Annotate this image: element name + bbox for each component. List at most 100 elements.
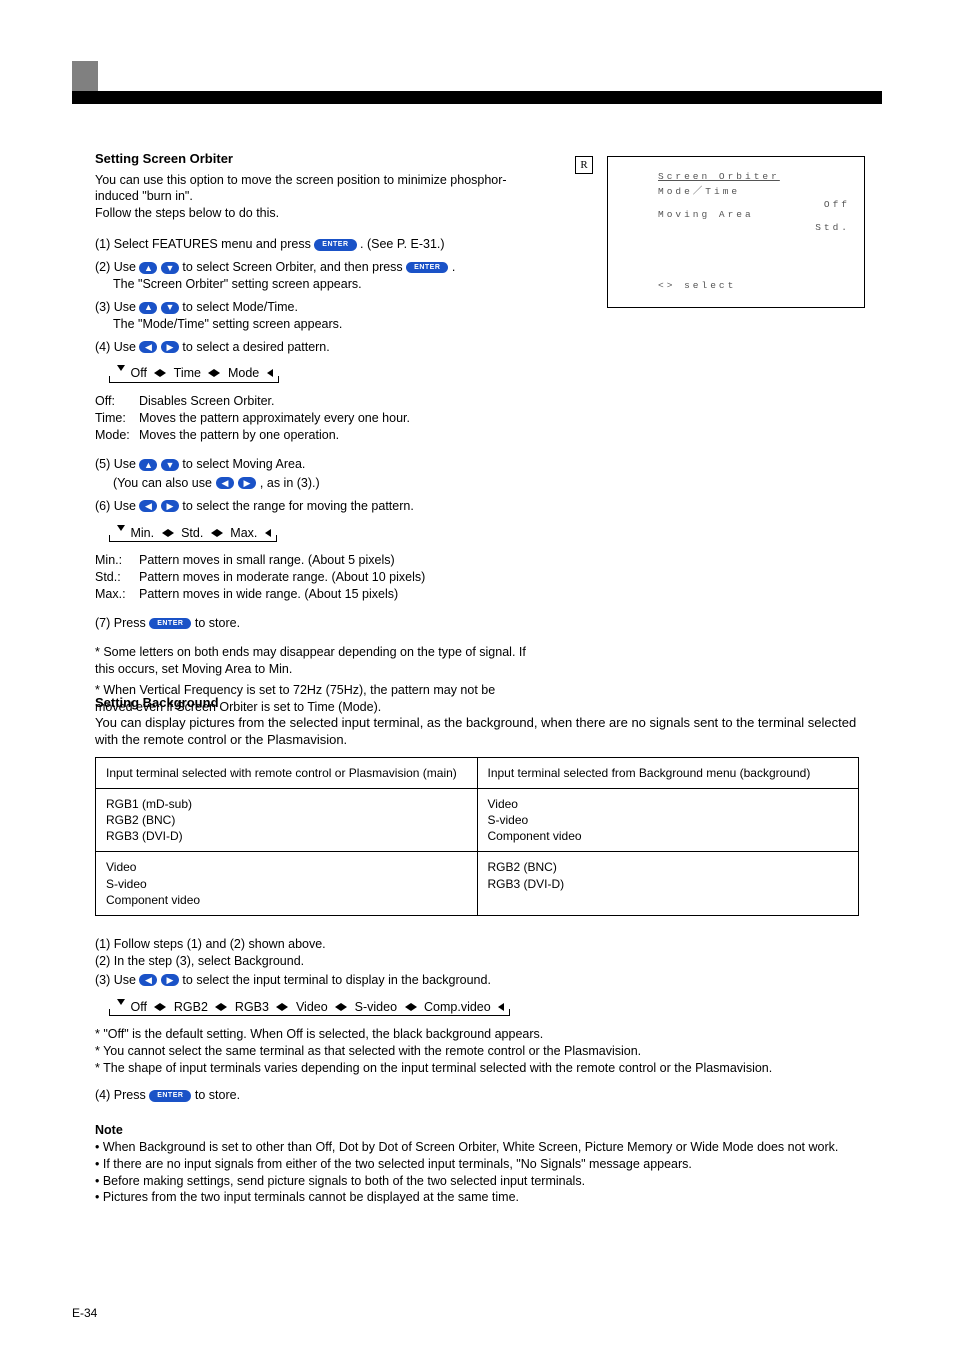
def-text: Pattern moves in small range. (About 5 p… (139, 553, 395, 567)
double-arrow-icon (154, 1003, 166, 1011)
cell-line: RGB1 (mD-sub) (106, 796, 467, 812)
background-steps: (1) Follow steps (1) and (2) shown above… (95, 936, 865, 1206)
double-arrow-icon (335, 1003, 347, 1011)
bg-note-off: * "Off" is the default setting. When Off… (95, 1026, 865, 1043)
step-2-text-b: to select Screen Orbiter, and then press (182, 260, 402, 274)
bg-note-same: * You cannot select the same terminal as… (95, 1043, 865, 1060)
orbiter-note-a: * Some letters on both ends may disappea… (95, 644, 535, 678)
page-section-side-tab (72, 61, 98, 91)
top-horizontal-rule (72, 91, 882, 104)
table-main-cell: Video S-video Component video (96, 852, 478, 916)
step-1: (1) Select FEATURES menu and press ENTER… (95, 236, 535, 253)
note-item: • Before making settings, send picture s… (95, 1173, 865, 1190)
arrow-left-icon (265, 529, 271, 537)
def-text: Moves the pattern approximately every on… (139, 411, 410, 425)
arrow-left-icon: ◀ (139, 500, 157, 512)
arrow-up-icon: ▲ (139, 302, 157, 314)
note-block: Note • When Background is set to other t… (95, 1122, 865, 1206)
cycle-item: Comp.video (424, 1000, 491, 1014)
cell-line: RGB2 (BNC) (488, 859, 849, 875)
step-5-text-a: (5) Use (95, 457, 139, 471)
bg-step-2: (2) In the step (3), select Background. (95, 953, 865, 970)
arrow-down-icon (117, 365, 125, 371)
arrow-left-icon (498, 1003, 504, 1011)
arrow-left-icon (267, 369, 273, 377)
bg-note-shape: * The shape of input terminals varies de… (95, 1060, 865, 1077)
cycle-item: Off (130, 1000, 146, 1014)
osd-row-moving-area-val: Std. (658, 222, 854, 235)
cycle-item: RGB3 (235, 1000, 269, 1014)
enter-key-icon: ENTER (149, 1090, 191, 1101)
osd-value: Off (824, 199, 850, 212)
arrow-up-icon: ▲ (139, 459, 157, 471)
bg-step-3-text-b: to select the input terminal to display … (182, 973, 491, 987)
cycle-item: RGB2 (174, 1000, 208, 1014)
cell-line: S-video (106, 876, 467, 892)
step-7: (7) Press ENTER to store. (95, 615, 535, 632)
moving-area-defs: Min.:Pattern moves in small range. (Abou… (95, 552, 535, 603)
arrow-right-icon: ▶ (238, 477, 256, 489)
background-cycle: Off RGB2 RGB3 Video S-video Comp.video (109, 997, 510, 1017)
osd-value: Std. (815, 222, 850, 235)
bg-step-3-text-a: (3) Use (95, 973, 139, 987)
cycle-item: Std. (181, 526, 203, 540)
double-arrow-icon (162, 529, 174, 537)
def-row: Time:Moves the pattern approximately eve… (95, 410, 535, 427)
def-label: Max.: (95, 586, 139, 603)
def-label: Min.: (95, 552, 139, 569)
bg-step-4: (4) Press ENTER to store. (95, 1087, 865, 1104)
background-terminal-table: Input terminal selected with remote cont… (95, 757, 859, 916)
cell-line: Component video (488, 828, 849, 844)
arrow-down-icon (117, 525, 125, 531)
note-item: • If there are no input signals from eit… (95, 1156, 865, 1173)
reference-icon: R (575, 156, 593, 174)
cell-line: Component video (106, 892, 467, 908)
background-heading: Setting Background (95, 694, 865, 712)
bg-step-4-text-a: (4) Press (95, 1088, 149, 1102)
cell-line: S-video (488, 812, 849, 828)
mode-time-cycle: Off Time Mode (109, 363, 279, 383)
table-bg-cell: RGB2 (BNC) RGB3 (DVI-D) (477, 852, 859, 916)
cycle-item: Min. (130, 526, 154, 540)
osd-row-mode-time: Mode／Time (658, 186, 854, 199)
osd-preview-column: R Screen Orbiter Mode／Time Off Moving Ar… (575, 156, 875, 174)
step-5-sub-pre: (You can also use (113, 475, 212, 492)
double-arrow-icon (215, 1003, 227, 1011)
arrow-left-icon: ◀ (216, 477, 234, 489)
cell-line: RGB3 (DVI-D) (488, 876, 849, 892)
bg-step-3: (3) Use ◀ ▶ to select the input terminal… (95, 972, 865, 989)
step-6: (6) Use ◀ ▶ to select the range for movi… (95, 498, 535, 515)
cycle-item: Time (174, 366, 201, 380)
step-2: (2) Use ▲ ▼ to select Screen Orbiter, an… (95, 259, 535, 276)
step-2-text-c: . (452, 260, 455, 274)
background-section: Setting Background You can display pictu… (95, 694, 865, 1206)
arrow-down-icon: ▼ (161, 302, 179, 314)
background-intro: You can display pictures from the select… (95, 714, 865, 749)
def-label: Mode: (95, 427, 139, 444)
table-header-row: Input terminal selected with remote cont… (96, 757, 859, 788)
double-arrow-icon (276, 1003, 288, 1011)
step-3-result: The "Mode/Time" setting screen appears. (113, 316, 535, 333)
note-item: • When Background is set to other than O… (95, 1139, 865, 1156)
step-4: (4) Use ◀ ▶ to select a desired pattern. (95, 339, 535, 356)
osd-label: Mode／Time (658, 186, 740, 199)
osd-select-hint: <> select (658, 280, 736, 293)
cycle-item: Off (130, 366, 146, 380)
osd-title: Screen Orbiter (658, 171, 780, 184)
enter-key-icon: ENTER (314, 239, 356, 250)
cell-line: RGB3 (DVI-D) (106, 828, 467, 844)
double-arrow-icon (211, 529, 223, 537)
bg-step-4-text-b: to store. (195, 1088, 240, 1102)
cell-line: RGB2 (BNC) (106, 812, 467, 828)
step-3-text-a: (3) Use (95, 300, 139, 314)
note-heading: Note (95, 1122, 865, 1139)
step-4-text-a: (4) Use (95, 340, 139, 354)
step-2-text-a: (2) Use (95, 260, 139, 274)
def-row: Min.:Pattern moves in small range. (Abou… (95, 552, 535, 569)
osd-label: Moving Area (658, 209, 754, 222)
def-text: Pattern moves in wide range. (About 15 p… (139, 587, 398, 601)
moving-area-cycle: Min. Std. Max. (109, 523, 277, 543)
cell-line: Video (488, 796, 849, 812)
def-label: Off: (95, 393, 139, 410)
table-main-cell: RGB1 (mD-sub) RGB2 (BNC) RGB3 (DVI-D) (96, 788, 478, 852)
